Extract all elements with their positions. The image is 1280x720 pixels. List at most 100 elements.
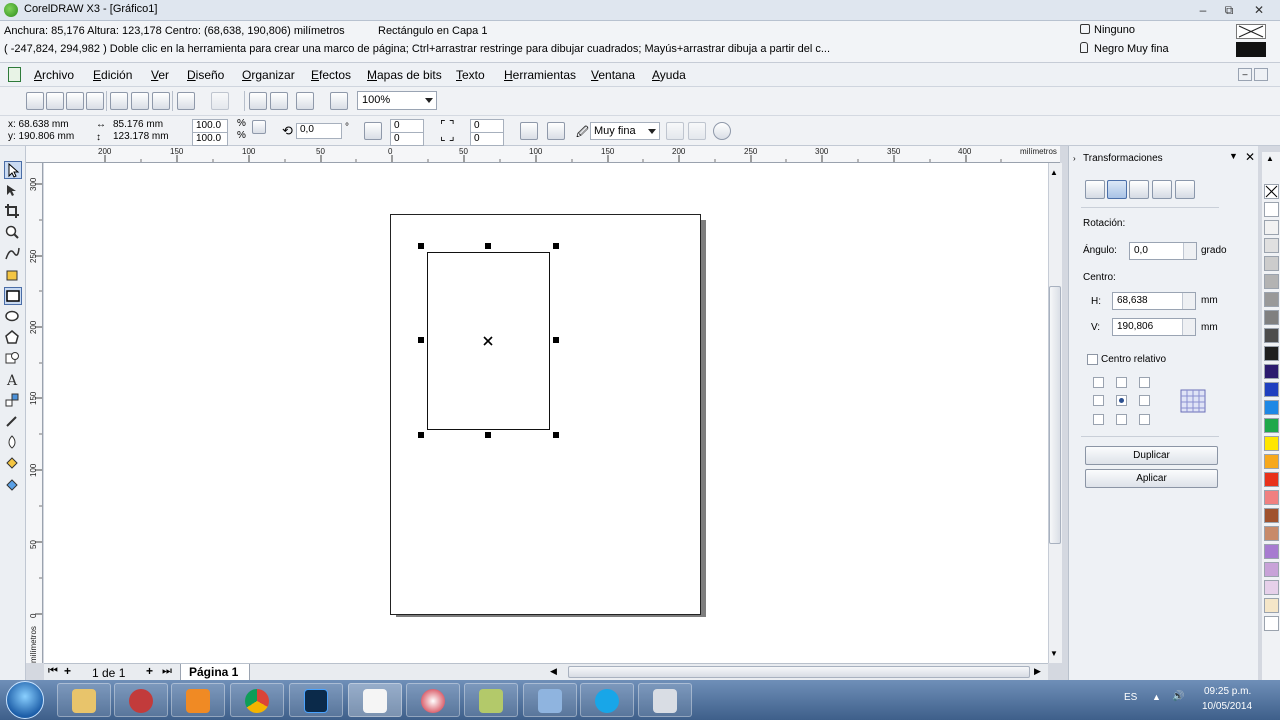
color-swatch[interactable] <box>1264 400 1279 415</box>
zoom-level-select[interactable]: 100% <box>357 91 437 110</box>
language-indicator[interactable]: ES <box>1124 692 1137 703</box>
position-tab-icon[interactable] <box>1085 180 1105 199</box>
fill-indicator[interactable]: Ninguno <box>1080 24 1135 36</box>
outline-tool-icon[interactable] <box>4 434 22 452</box>
menu-edicion[interactable]: Edición <box>93 68 132 82</box>
horizontal-scroll-thumb[interactable] <box>568 666 1030 678</box>
import-icon[interactable] <box>249 92 267 110</box>
rotate-tab-icon[interactable] <box>1107 180 1127 199</box>
corner-round-1[interactable]: 0 <box>390 119 424 133</box>
size-tab-icon[interactable] <box>1152 180 1172 199</box>
rotation-angle-field[interactable]: 0,0 <box>296 123 342 139</box>
wrap-text-icon[interactable] <box>547 122 565 140</box>
color-swatch[interactable] <box>1264 454 1279 469</box>
doc-minimize-button[interactable]: – <box>1238 68 1252 81</box>
combine-icon[interactable] <box>688 122 706 140</box>
redo-icon[interactable] <box>211 92 229 110</box>
lock-ratio-icon[interactable] <box>252 120 266 134</box>
taskbar-photoshop[interactable] <box>289 683 343 717</box>
polygon-tool-icon[interactable] <box>4 329 22 347</box>
anchor-top-center[interactable] <box>1116 377 1127 388</box>
undo-icon[interactable] <box>177 92 195 110</box>
selection-handle[interactable] <box>418 337 424 343</box>
scroll-left-icon[interactable]: ◀ <box>550 666 557 677</box>
y-position-field[interactable]: y: 190.806 mm <box>5 131 87 145</box>
center-v-input[interactable]: 190,806 <box>1112 318 1196 336</box>
scroll-down-icon[interactable]: ▼ <box>1050 649 1058 658</box>
menu-diseno[interactable]: Diseño <box>187 68 224 82</box>
print-icon[interactable] <box>86 92 104 110</box>
round-corners-together-icon[interactable] <box>520 122 538 140</box>
welcome-screen-icon[interactable] <box>330 92 348 110</box>
color-swatch[interactable] <box>1264 472 1279 487</box>
taskbar-media[interactable] <box>171 683 225 717</box>
color-swatch[interactable] <box>1264 220 1279 235</box>
skew-tab-icon[interactable] <box>1175 180 1195 199</box>
convert-to-curves-icon[interactable] <box>666 122 684 140</box>
docker-close-icon[interactable]: ✕ <box>1245 150 1255 164</box>
outline-width-select[interactable]: Muy fina <box>590 122 660 140</box>
anchor-bottom-center[interactable] <box>1116 414 1127 425</box>
color-swatch[interactable] <box>1264 364 1279 379</box>
anchor-center[interactable] <box>1116 395 1127 406</box>
interactive-fill-tool-icon[interactable] <box>4 476 22 494</box>
taskbar-app-2[interactable] <box>114 683 168 717</box>
spinner-icon[interactable] <box>1182 293 1195 309</box>
selection-handle[interactable] <box>553 337 559 343</box>
taskbar-app-8[interactable] <box>464 683 518 717</box>
menu-ver[interactable]: Ver <box>151 68 169 82</box>
taskbar-calculator[interactable] <box>638 683 692 717</box>
clock-time[interactable]: 09:25 p.m. <box>1204 686 1251 697</box>
fill-swatch-none[interactable] <box>1236 24 1266 39</box>
selection-handle[interactable] <box>485 243 491 249</box>
color-swatch[interactable] <box>1264 382 1279 397</box>
basic-shapes-tool-icon[interactable] <box>4 350 22 368</box>
menu-organizar[interactable]: Organizar <box>242 68 295 82</box>
shape-tool-icon[interactable] <box>4 182 22 200</box>
taskbar-chrome[interactable] <box>230 683 284 717</box>
volume-icon[interactable]: 🔊 <box>1172 691 1184 702</box>
crop-tool-icon[interactable] <box>4 203 22 221</box>
text-tool-icon[interactable]: A <box>4 371 22 389</box>
menu-texto[interactable]: Texto <box>456 68 485 82</box>
add-page-before-icon[interactable]: + <box>64 664 71 678</box>
anchor-middle-right[interactable] <box>1139 395 1150 406</box>
interactive-blend-tool-icon[interactable] <box>4 392 22 410</box>
anchor-bottom-left[interactable] <box>1093 414 1104 425</box>
selection-handle[interactable] <box>418 432 424 438</box>
ellipse-tool-icon[interactable] <box>4 308 22 326</box>
rectangle-tool-icon[interactable] <box>4 287 22 305</box>
menu-archivo[interactable]: Archivo <box>34 68 74 82</box>
selection-handle[interactable] <box>553 243 559 249</box>
menu-mapas-de-bits[interactable]: Mapas de bits <box>367 68 442 82</box>
last-page-icon[interactable]: ⏭ <box>162 665 172 678</box>
relative-center-checkbox[interactable] <box>1087 354 1098 365</box>
apply-button[interactable]: Aplicar <box>1085 469 1218 488</box>
corner-round-4[interactable]: 0 <box>470 132 504 146</box>
taskbar-coreldraw[interactable] <box>348 683 402 717</box>
zoom-tool-icon[interactable] <box>4 224 22 242</box>
color-swatch[interactable] <box>1264 526 1279 541</box>
clock-date[interactable]: 10/05/2014 <box>1202 701 1252 712</box>
close-button[interactable]: ✕ <box>1248 2 1270 18</box>
menu-efectos[interactable]: Efectos <box>311 68 351 82</box>
tab-pagina-1[interactable]: Página 1 <box>180 664 250 681</box>
palette-scroll-up-icon[interactable]: ▲ <box>1266 154 1274 163</box>
selection-handle[interactable] <box>485 432 491 438</box>
start-button[interactable] <box>6 681 44 719</box>
color-swatch[interactable] <box>1264 238 1279 253</box>
vertical-scroll-thumb[interactable] <box>1049 286 1061 544</box>
freehand-tool-icon[interactable] <box>4 245 22 263</box>
minimize-button[interactable]: – <box>1192 2 1214 18</box>
drawing-canvas[interactable] <box>44 163 1048 663</box>
selection-handle[interactable] <box>553 432 559 438</box>
export-icon[interactable] <box>270 92 288 110</box>
outline-indicator[interactable]: Negro Muy fina <box>1080 42 1169 55</box>
spinner-icon[interactable] <box>1182 319 1195 335</box>
pick-tool-icon[interactable] <box>4 161 22 179</box>
color-swatch[interactable] <box>1264 274 1279 289</box>
first-page-icon[interactable]: ⏮ <box>48 665 58 678</box>
duplicate-button[interactable]: Duplicar <box>1085 446 1218 465</box>
color-swatch[interactable] <box>1264 310 1279 325</box>
corner-round-2[interactable]: 0 <box>390 132 424 146</box>
